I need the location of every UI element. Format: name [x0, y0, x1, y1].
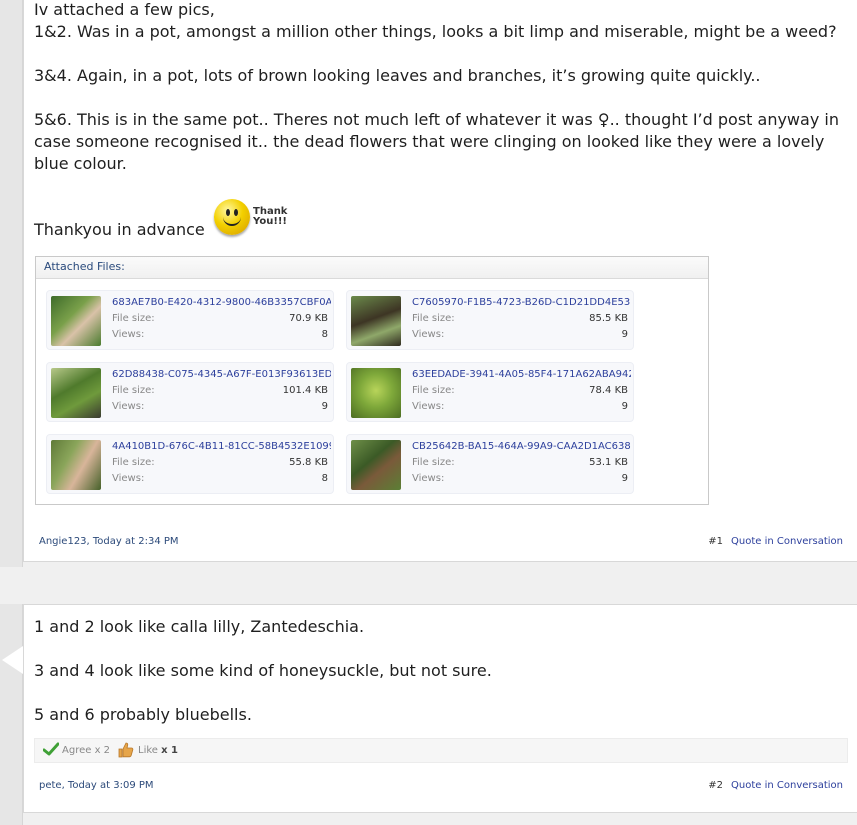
post-author-date[interactable]: Angie123, Today at 2:34 PM — [39, 536, 179, 547]
post-1-message: Iv attached a few pics, 1&2. Was in a po… — [34, 0, 849, 241]
file-size-value: 101.4 KB — [282, 385, 328, 396]
attachment-thumbnail[interactable] — [51, 440, 101, 490]
attached-files-box: Attached Files: 683AE7B0-E420-4312-9800-… — [35, 256, 709, 505]
attachment-thumbnail[interactable] — [351, 296, 401, 346]
message-line: 5&6. This is in the same pot.. Theres no… — [34, 110, 839, 173]
post-2-message: 1 and 2 look like calla lilly, Zantedesc… — [34, 616, 849, 726]
views-value: 9 — [621, 329, 628, 340]
file-size-label: File size: — [412, 457, 455, 468]
smiley-thank-you-icon — [214, 199, 250, 235]
file-size-value: 70.9 KB — [289, 313, 328, 324]
post-controls: #2 Quote in Conversation — [708, 780, 843, 791]
attachment-thumbnail[interactable] — [51, 368, 101, 418]
views-label: Views: — [412, 473, 445, 484]
like-reaction[interactable]: Like x 1 — [138, 745, 178, 756]
views-value: 9 — [621, 401, 628, 412]
views-label: Views: — [112, 473, 145, 484]
attachment-item[interactable]: C7605970-F1B5-4723-B26D-C1D21DD4E537....… — [346, 290, 634, 350]
attachment-item[interactable]: CB25642B-BA15-464A-99A9-CAA2D1AC638F....… — [346, 434, 634, 494]
post-number[interactable]: #2 — [708, 780, 723, 791]
checkmark-icon — [42, 742, 60, 759]
attachment-thumbnail[interactable] — [351, 368, 401, 418]
message-line: 3&4. Again, in a pot, lots of brown look… — [34, 66, 761, 85]
post-number[interactable]: #1 — [708, 536, 723, 547]
post1-left-gutter — [0, 0, 23, 567]
views-value: 8 — [321, 329, 328, 340]
file-size-label: File size: — [412, 313, 455, 324]
quote-in-conversation-link[interactable]: Quote in Conversation — [731, 780, 843, 791]
attached-files-header: Attached Files: — [36, 257, 708, 279]
attachment-item[interactable]: 62D88438-C075-4345-A67F-E013F93613ED....… — [46, 362, 334, 422]
file-size-label: File size: — [112, 385, 155, 396]
file-size-value: 85.5 KB — [589, 313, 628, 324]
message-line: Thankyou in advance — [34, 220, 205, 239]
views-label: Views: — [112, 329, 145, 340]
views-value: 9 — [321, 401, 328, 412]
views-label: Views: — [412, 401, 445, 412]
file-size-label: File size: — [112, 457, 155, 468]
file-size-value: 55.8 KB — [289, 457, 328, 468]
smiley-caption: Thank You!!! — [253, 206, 288, 227]
attachment-filename[interactable]: CB25642B-BA15-464A-99A9-CAA2D1AC638F.... — [412, 441, 631, 452]
reactions-bar: Agree x 2 Like x 1 — [34, 738, 848, 763]
attachment-item[interactable]: 4A410B1D-676C-4B11-81CC-58B4532E1099....… — [46, 434, 334, 494]
file-size-value: 53.1 KB — [589, 457, 628, 468]
message-line: 5 and 6 probably bluebells. — [34, 705, 252, 724]
file-size-label: File size: — [112, 313, 155, 324]
attachment-thumbnail[interactable] — [51, 296, 101, 346]
file-size-label: File size: — [412, 385, 455, 396]
post-author-date[interactable]: pete, Today at 3:09 PM — [39, 780, 154, 791]
message-line: 1&2. Was in a pot, amongst a million oth… — [34, 22, 837, 41]
views-label: Views: — [112, 401, 145, 412]
agree-reaction[interactable]: Agree x 2 — [62, 745, 110, 756]
attachment-filename[interactable]: 4A410B1D-676C-4B11-81CC-58B4532E1099.... — [112, 441, 331, 452]
message-line: Iv attached a few pics, — [34, 0, 215, 19]
attachment-thumbnail[interactable] — [351, 440, 401, 490]
views-value: 8 — [321, 473, 328, 484]
attachment-item[interactable]: 683AE7B0-E420-4312-9800-46B3357CBF0A....… — [46, 290, 334, 350]
views-label: Views: — [412, 329, 445, 340]
post-2: 1 and 2 look like calla lilly, Zantedesc… — [23, 604, 857, 813]
attachment-filename[interactable]: 63EEDADE-3941-4A05-85F4-171A62ABA942.... — [412, 369, 631, 380]
post-1: Iv attached a few pics, 1&2. Was in a po… — [23, 0, 857, 562]
message-line: 1 and 2 look like calla lilly, Zantedesc… — [34, 617, 365, 636]
post-2-pointer — [2, 646, 23, 674]
post2-left-gutter — [0, 604, 23, 825]
attachment-filename[interactable]: C7605970-F1B5-4723-B26D-C1D21DD4E537.... — [412, 297, 631, 308]
views-value: 9 — [621, 473, 628, 484]
message-line: 3 and 4 look like some kind of honeysuck… — [34, 661, 492, 680]
attachment-item[interactable]: 63EEDADE-3941-4A05-85F4-171A62ABA942....… — [346, 362, 634, 422]
post-controls: #1 Quote in Conversation — [708, 536, 843, 547]
attachment-filename[interactable]: 62D88438-C075-4345-A67F-E013F93613ED.... — [112, 369, 331, 380]
attachment-filename[interactable]: 683AE7B0-E420-4312-9800-46B3357CBF0A.... — [112, 297, 331, 308]
quote-in-conversation-link[interactable]: Quote in Conversation — [731, 536, 843, 547]
thumbs-up-icon — [117, 741, 134, 761]
file-size-value: 78.4 KB — [589, 385, 628, 396]
